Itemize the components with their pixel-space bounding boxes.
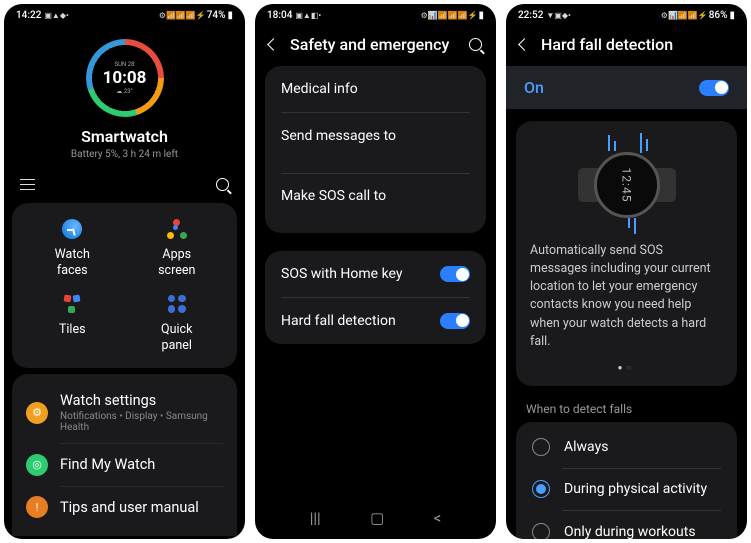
status-icons-right: ⚙ 📊 📶 📶 ⚡: [661, 11, 707, 20]
toggle-switch[interactable]: [699, 80, 729, 96]
watch-illustration: 12:45: [572, 137, 682, 232]
option-workouts[interactable]: Only during workouts: [516, 511, 737, 539]
illustration-time: 12:45: [619, 167, 633, 202]
battery-status: Battery 5%, 3 h 24 m left: [4, 149, 245, 160]
grid-label: Quick panel: [125, 322, 230, 355]
device-name: Smartwatch: [4, 127, 245, 146]
page-title: Hard fall detection: [541, 35, 733, 54]
sos-call-item[interactable]: Make SOS call to: [265, 173, 486, 233]
status-icons-left: ▣ ▲ ◧ •: [295, 11, 320, 20]
grid-quick-panel[interactable]: Quick panel: [125, 292, 230, 355]
setting-label: Hard fall detection: [281, 313, 440, 329]
page-title: Safety and emergency: [290, 35, 457, 54]
detect-falls-options: Always During physical activity Only dur…: [516, 422, 737, 539]
main-menu-list: ⚙ Watch settings Notifications • Display…: [12, 374, 237, 536]
toggle-group: SOS with Home key Hard fall detection: [265, 251, 486, 344]
back-icon[interactable]: [267, 38, 280, 51]
grid-tiles[interactable]: Tiles: [20, 292, 125, 355]
setting-label: Medical info: [281, 81, 470, 97]
search-icon[interactable]: [216, 178, 229, 191]
list-title: Watch settings: [60, 392, 223, 409]
battery-icon: ▮: [227, 10, 233, 21]
phone-screen-fall-detection: 22:52 ▼ ▣ ◆ • ⚙ 📊 📶 📶 ⚡ 86% ▮ Hard fall …: [506, 4, 747, 539]
status-bar: 14:22 ▣ ▲ ◆ • ⚙ 📶 📶 📶 ⚡ 74% ▮: [4, 4, 245, 23]
back-button[interactable]: <: [434, 509, 442, 527]
sos-home-key-item[interactable]: SOS with Home key: [265, 251, 486, 297]
status-time: 14:22: [16, 10, 41, 21]
radio-label: Only during workouts: [564, 524, 696, 539]
radio-icon-checked: [532, 480, 550, 498]
status-time: 22:52: [518, 10, 543, 21]
list-subtitle: Notifications • Display • Samsung Health: [60, 411, 223, 433]
nav-bar: ||| ▢ <: [255, 499, 496, 539]
option-always[interactable]: Always: [516, 426, 737, 468]
grid-apps-screen[interactable]: Apps screen: [125, 217, 230, 280]
grid-label: Apps screen: [125, 247, 230, 280]
setting-label: SOS with Home key: [281, 266, 440, 282]
status-battery: 74%: [207, 10, 226, 21]
phone-screen-wearable-app: 14:22 ▣ ▲ ◆ • ⚙ 📶 📶 📶 ⚡ 74% ▮ SUN 28 10:…: [4, 4, 245, 539]
watch-face-hero: SUN 28 10:08 ☁ 23° Smartwatch Battery 5%…: [4, 23, 245, 168]
menu-icon[interactable]: [20, 179, 35, 190]
gear-icon: ⚙: [26, 402, 48, 424]
tips-item[interactable]: ! Tips and user manual: [12, 486, 237, 528]
home-button[interactable]: ▢: [370, 509, 384, 527]
radio-label: During physical activity: [564, 481, 707, 497]
watch-face-preview[interactable]: SUN 28 10:08 ☁ 23°: [84, 37, 166, 119]
battery-icon: ▮: [478, 10, 484, 21]
toggle-switch[interactable]: [440, 266, 470, 282]
shortcuts-grid: Watch faces Apps screen Tiles Quick pane…: [12, 203, 237, 368]
nav-bar: ||| ▢ <: [4, 536, 245, 539]
page-header: Safety and emergency: [255, 23, 496, 66]
phone-screen-safety: 18:04 ▣ ▲ ◧ • ⚙ 📊 📶 📶 📶 ⚡ ▮ Safety and e…: [255, 4, 496, 539]
radio-icon: [532, 523, 550, 539]
find-my-watch-item[interactable]: ◎ Find My Watch: [12, 444, 237, 486]
grid-watch-faces[interactable]: Watch faces: [20, 217, 125, 280]
grid-label: Tiles: [20, 322, 125, 338]
watch-faces-icon: [60, 217, 84, 241]
battery-icon: ▮: [729, 10, 735, 21]
setting-label: Make SOS call to: [281, 188, 470, 204]
watch-settings-item[interactable]: ⚙ Watch settings Notifications • Display…: [12, 382, 237, 443]
search-icon[interactable]: [469, 38, 482, 51]
status-icons-right: ⚙ 📊 📶 📶 📶 ⚡: [421, 11, 477, 20]
option-activity[interactable]: During physical activity: [516, 468, 737, 510]
status-icons-left: ▼ ▣ ◆ •: [546, 11, 569, 20]
apps-screen-icon: [165, 217, 189, 241]
info-icon: !: [26, 496, 48, 518]
status-icons-right: ⚙ 📶 📶 📶 ⚡: [159, 11, 205, 20]
info-group: Medical info Send messages to Make SOS c…: [265, 66, 486, 233]
recents-button[interactable]: |||: [310, 509, 321, 527]
status-time: 18:04: [267, 10, 292, 21]
grid-label: Watch faces: [20, 247, 125, 280]
description-text: Automatically send SOS messages includin…: [530, 242, 723, 351]
back-icon[interactable]: [518, 38, 531, 51]
location-icon: ◎: [26, 454, 48, 476]
page-header: Hard fall detection: [506, 23, 747, 66]
toggle-switch[interactable]: [440, 313, 470, 329]
tiles-icon: [60, 292, 84, 316]
medical-info-item[interactable]: Medical info: [265, 66, 486, 112]
radio-label: Always: [564, 439, 608, 455]
watchface-time: 10:08: [103, 68, 147, 88]
quick-panel-icon: [165, 292, 189, 316]
page-indicator: ●○: [530, 363, 723, 372]
status-battery: 86%: [709, 10, 728, 21]
status-bar: 18:04 ▣ ▲ ◧ • ⚙ 📊 📶 📶 📶 ⚡ ▮: [255, 4, 496, 23]
send-messages-item[interactable]: Send messages to: [265, 113, 486, 173]
radio-icon: [532, 438, 550, 456]
list-title: Find My Watch: [60, 456, 155, 473]
setting-label: Send messages to: [281, 128, 470, 144]
master-toggle-row[interactable]: On: [506, 66, 747, 109]
section-header: When to detect falls: [506, 386, 747, 422]
watchface-day: SUN 28: [115, 61, 135, 68]
description-card: 12:45 Automatically send SOS messages in…: [516, 121, 737, 386]
on-label: On: [524, 78, 699, 97]
status-bar: 22:52 ▼ ▣ ◆ • ⚙ 📊 📶 📶 ⚡ 86% ▮: [506, 4, 747, 23]
list-title: Tips and user manual: [60, 499, 199, 516]
hard-fall-item[interactable]: Hard fall detection: [265, 298, 486, 344]
status-icons-left: ▣ ▲ ◆ •: [44, 11, 67, 20]
watchface-weather: ☁ 23°: [116, 88, 132, 95]
